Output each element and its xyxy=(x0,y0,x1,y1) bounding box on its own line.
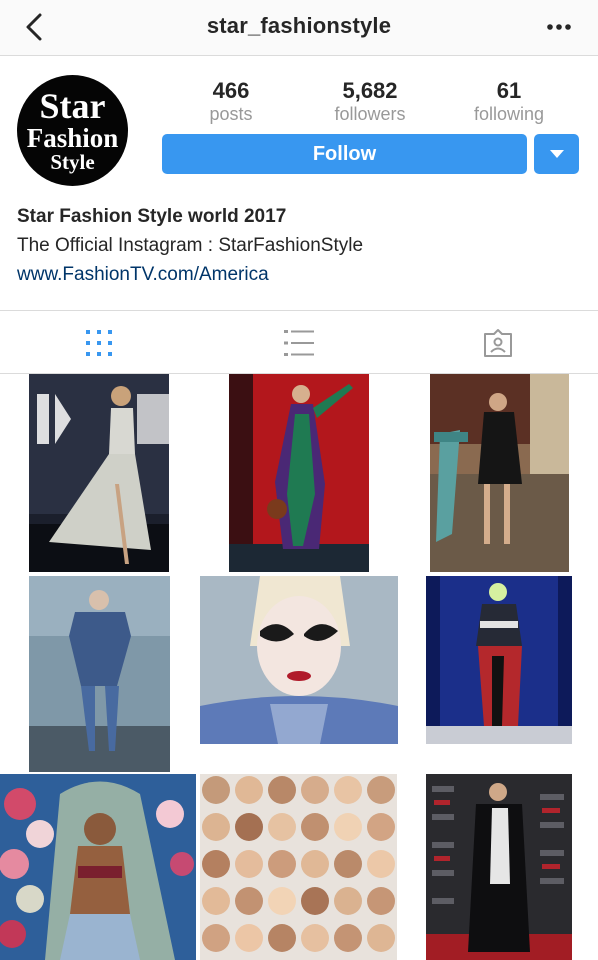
post-image xyxy=(200,774,397,960)
avatar-logo-line-2: Fashion xyxy=(26,123,119,153)
post-image xyxy=(29,576,170,772)
post-image xyxy=(430,374,569,572)
posts-count-label: posts xyxy=(209,104,253,124)
following-count[interactable]: 61 following xyxy=(449,78,569,124)
following-count-label: following xyxy=(473,104,545,124)
profile-header: Star Fashion Style 466 posts 5,682 follo… xyxy=(0,56,598,310)
more-horizontal-icon xyxy=(547,24,571,30)
caret-down-icon xyxy=(550,150,564,158)
post-thumbnail[interactable] xyxy=(229,374,369,572)
profile-username: star_fashionstyle xyxy=(206,13,392,38)
bio-website-link[interactable]: www.FashionTV.com/America xyxy=(17,264,269,286)
followers-count-label: followers xyxy=(334,104,406,124)
post-thumbnail[interactable] xyxy=(430,374,569,572)
followers-count[interactable]: 5,682 followers xyxy=(310,78,430,124)
tab-grid-view[interactable] xyxy=(83,327,115,359)
posts-grid xyxy=(0,374,598,960)
follow-button[interactable]: Follow xyxy=(162,134,527,174)
bio-full-name: Star Fashion Style world 2017 xyxy=(17,206,287,227)
post-thumbnail[interactable] xyxy=(200,774,397,960)
post-image xyxy=(200,576,398,744)
tab-tagged[interactable] xyxy=(482,327,514,359)
bio-description: The Official Instagram : StarFashionStyl… xyxy=(17,235,364,256)
post-thumbnail[interactable] xyxy=(200,576,398,744)
posts-count-value: 466 xyxy=(212,78,250,103)
list-icon xyxy=(284,330,314,356)
avatar-logo-line-3: Style xyxy=(50,150,95,174)
grid-icon xyxy=(86,330,112,356)
post-thumbnail[interactable] xyxy=(426,774,572,960)
post-image xyxy=(29,374,169,572)
followers-count-value: 5,682 xyxy=(342,78,398,103)
post-image xyxy=(426,576,572,744)
posts-count[interactable]: 466 posts xyxy=(171,78,291,124)
profile-view-tabs xyxy=(0,310,598,374)
post-thumbnail[interactable] xyxy=(426,576,572,744)
tagged-person-icon xyxy=(484,329,512,357)
post-thumbnail[interactable] xyxy=(0,774,196,960)
more-options-button[interactable] xyxy=(544,14,574,40)
avatar-logo-line-1: Star xyxy=(39,86,106,126)
post-image xyxy=(229,374,369,572)
avatar[interactable]: Star Fashion Style xyxy=(17,75,128,186)
top-nav-bar: star_fashionstyle xyxy=(0,0,598,56)
suggestions-dropdown-button[interactable] xyxy=(534,134,579,174)
post-image xyxy=(426,774,572,960)
post-image xyxy=(0,774,196,960)
tab-list-view[interactable] xyxy=(283,327,315,359)
following-count-value: 61 xyxy=(496,78,522,103)
post-thumbnail[interactable] xyxy=(29,576,170,772)
post-thumbnail[interactable] xyxy=(29,374,169,572)
